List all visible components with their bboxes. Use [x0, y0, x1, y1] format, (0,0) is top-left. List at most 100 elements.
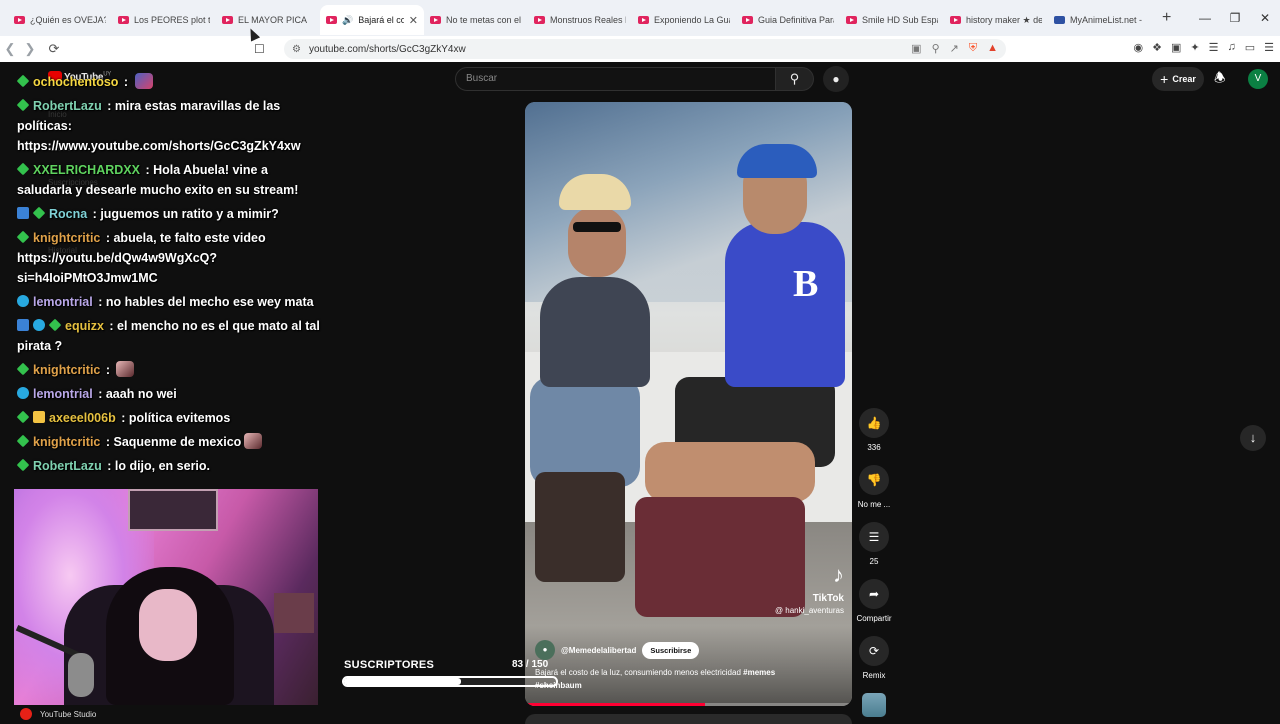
- chat-separator: :: [102, 231, 114, 245]
- subscribe-button[interactable]: Suscribirse: [642, 641, 700, 659]
- zoom-icon[interactable]: ⚲: [932, 42, 940, 55]
- site-settings-icon[interactable]: ⚙: [292, 44, 301, 55]
- youtube-favicon-icon: [326, 16, 337, 24]
- short-actions: 👍 336 👎 No me ... ☰ 25 ➦ Compartir ⟳ Rem…: [856, 408, 892, 717]
- minimize-icon[interactable]: —: [1190, 11, 1220, 25]
- tab-title: EL MAYOR PICA: [238, 15, 308, 25]
- account-avatar[interactable]: V: [1248, 69, 1268, 89]
- chat-separator: :: [117, 411, 129, 425]
- chat-badge-diamond-icon: [16, 458, 30, 472]
- chat-message: Rocna : juguemos un ratito y a mimir?: [17, 204, 322, 224]
- browser-tab[interactable]: Monstruos Reales E: [528, 5, 632, 35]
- myanimelist-favicon-icon: [1054, 16, 1065, 24]
- chat-message: knightcritic : Saquenme de mexico: [16, 432, 322, 452]
- comments-button[interactable]: ☰ 25: [856, 522, 892, 566]
- browser-tab[interactable]: Exponiendo La Gua: [632, 5, 736, 35]
- tab-search-icon[interactable]: ▭: [1245, 41, 1255, 54]
- bookmark-icon[interactable]: ☐: [254, 42, 265, 56]
- chat-username: XXELRICHARDXX: [33, 163, 140, 177]
- browser-tab[interactable]: Guia Definitiva Para: [736, 5, 840, 35]
- remix-button[interactable]: ⟳ Remix: [856, 636, 892, 680]
- short-caption: Bajará el costo de la luz, consumiendo m…: [535, 666, 835, 692]
- brave-rewards-icon[interactable]: ▲: [987, 42, 998, 55]
- url-text: youtube.com/shorts/GcC3gZkY4xw: [308, 43, 466, 55]
- chat-username: knightcritic: [33, 231, 101, 245]
- browser-tab[interactable]: Smile HD Sub Espa: [840, 5, 944, 35]
- restore-icon[interactable]: ❐: [1220, 11, 1250, 25]
- tab-close-icon[interactable]: ✕: [409, 14, 418, 27]
- split-icon[interactable]: ☰: [1209, 41, 1219, 54]
- chat-separator: :: [105, 319, 118, 333]
- channel-name[interactable]: @Memedelalibertad: [561, 646, 636, 655]
- sound-thumbnail[interactable]: [862, 693, 886, 717]
- search-input[interactable]: Buscar: [455, 67, 776, 91]
- chat-text: lo dijo, en serio.: [114, 459, 211, 473]
- extensions-icon[interactable]: ❖: [1152, 41, 1162, 54]
- share-button[interactable]: ➦ Compartir: [856, 579, 892, 623]
- channel-avatar[interactable]: ●: [535, 640, 555, 660]
- reload-icon[interactable]: ⟳: [44, 41, 64, 57]
- chat-badge-diamond-icon: [48, 318, 62, 332]
- browser-tab[interactable]: Los PEORES plot tw: [112, 5, 216, 35]
- leo-icon[interactable]: ✦: [1190, 41, 1199, 54]
- wallet-icon[interactable]: ◉: [1133, 41, 1143, 54]
- goal-label: SUSCRIPTORES: [344, 659, 435, 671]
- create-label: Crear: [1172, 74, 1196, 84]
- tab-title: history maker ★ de: [966, 14, 1042, 25]
- browser-tab[interactable]: No te metas con el: [424, 5, 528, 35]
- browser-tab[interactable]: MyAnimeList.net -: [1048, 5, 1152, 35]
- short-video-player[interactable]: B ♪ TikTok @ hanki_aventuras ● @Memedela…: [525, 102, 852, 706]
- search-button[interactable]: ⚲: [776, 67, 814, 91]
- menu-icon[interactable]: ☰: [1264, 41, 1274, 54]
- chat-badge-diamond-icon: [32, 206, 46, 220]
- browser-tab[interactable]: ¿Quién es OVEJA?: [8, 5, 112, 35]
- next-short-arrow-icon[interactable]: ↓: [1240, 425, 1266, 451]
- media-icon[interactable]: ♫: [1227, 41, 1235, 54]
- dislike-button[interactable]: 👎 No me ...: [856, 465, 892, 509]
- hashtag-memes[interactable]: #memes: [743, 668, 775, 677]
- taskbar-youtube-studio[interactable]: YouTube Studio: [20, 708, 96, 720]
- notifications-bell-icon[interactable]: 🕭: [1214, 69, 1226, 91]
- voice-search-button[interactable]: ●: [823, 66, 849, 92]
- chat-badge-vip-icon: [17, 207, 29, 219]
- close-window-icon[interactable]: ✕: [1250, 11, 1280, 25]
- like-button[interactable]: 👍 336: [856, 408, 892, 452]
- back-icon[interactable]: ❮: [0, 41, 20, 57]
- audio-playing-icon[interactable]: 🔊: [342, 15, 353, 26]
- chat-separator: :: [94, 295, 106, 309]
- browser-tab[interactable]: EL MAYOR PICA: [216, 5, 320, 35]
- next-short-preview[interactable]: [525, 714, 852, 724]
- thumbs-down-icon: 👎: [859, 465, 889, 495]
- stream-chat-overlay: ochochentoso : RobertLazu : mira estas m…: [0, 72, 322, 480]
- chat-badge-heart-icon: [33, 319, 45, 331]
- tab-title: Los PEORES plot tw: [134, 15, 210, 25]
- chat-separator: :: [120, 75, 132, 89]
- create-button[interactable]: + Crear: [1152, 67, 1204, 91]
- browser-tab[interactable]: history maker ★ de: [944, 5, 1048, 35]
- brave-shield-icon[interactable]: ⛨: [969, 42, 977, 55]
- youtube-favicon-icon: [430, 16, 441, 24]
- address-bar[interactable]: ⚙ youtube.com/shorts/GcC3gZkY4xw ▣ ⚲ ↗ ⛨…: [284, 39, 1006, 59]
- share-icon[interactable]: ↗: [950, 42, 959, 55]
- new-tab-icon[interactable]: +: [1162, 9, 1171, 27]
- chat-username: RobertLazu: [33, 459, 102, 473]
- youtube-favicon-icon: [118, 16, 129, 24]
- browser-tab[interactable]: 🔊 Bajará el co ✕: [320, 5, 424, 35]
- tiktok-handle: @ hanki_aventuras: [774, 606, 844, 615]
- tab-title: Exponiendo La Gua: [654, 15, 730, 25]
- tiktok-watermark: ♪ TikTok @ hanki_aventuras: [775, 562, 844, 615]
- sidebar-icon[interactable]: ▣: [1171, 41, 1181, 54]
- install-app-icon[interactable]: ▣: [911, 42, 921, 55]
- forward-icon[interactable]: ❯: [20, 41, 40, 57]
- youtube-favicon-icon: [638, 16, 649, 24]
- man-left-head: [568, 207, 626, 277]
- goal-progress-fill: [344, 678, 462, 685]
- tab-title: Guia Definitiva Para: [758, 15, 834, 25]
- cam-microphone: [68, 653, 94, 697]
- chat-username: knightcritic: [33, 363, 101, 377]
- short-progress-bar[interactable]: [525, 703, 852, 706]
- window-controls: — ❐ ✕: [1190, 0, 1280, 36]
- chat-message: axeeel006b : política evitemos: [16, 408, 322, 428]
- chat-emote-icon: [134, 73, 153, 89]
- tab-title: ¿Quién es OVEJA?: [30, 15, 106, 25]
